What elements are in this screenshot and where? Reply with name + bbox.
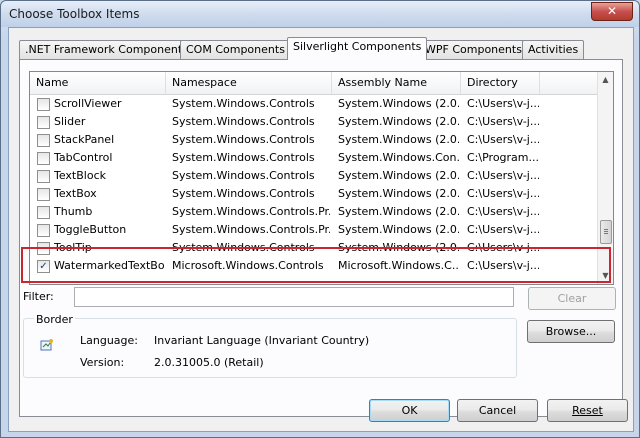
reset-button[interactable]: Reset (547, 399, 628, 422)
cell-name: TabControl (54, 151, 113, 164)
cell-directory: C:\Users\v-j... (467, 115, 539, 128)
filter-label: Filter: (23, 290, 54, 303)
language-value: Invariant Language (Invariant Country) (154, 334, 370, 347)
cell-assembly: System.Windows (2.0.... (338, 115, 459, 128)
scroll-grip-line (604, 233, 608, 234)
cell-namespace: System.Windows.Controls (172, 241, 315, 254)
cell-name: StackPanel (54, 133, 115, 146)
table-row[interactable]: Thumb System.Windows.Controls.Pr... System… (30, 203, 597, 221)
cell-name: WatermarkedTextBox (54, 259, 164, 272)
scroll-grip-line (604, 231, 608, 232)
cell-name: Slider (54, 115, 86, 128)
tab-net-framework-components[interactable]: .NET Framework Components (19, 40, 194, 59)
version-label: Version: (80, 356, 125, 369)
row-checkbox[interactable] (37, 116, 50, 129)
column-header-name[interactable]: Name (30, 72, 166, 94)
group-title: Border (34, 313, 75, 326)
version-value: 2.0.31005.0 (Retail) (154, 356, 264, 369)
scroll-grip-line (604, 229, 608, 230)
cell-namespace: System.Windows.Controls (172, 169, 315, 182)
filter-input[interactable] (74, 287, 514, 307)
cell-assembly: System.Windows (2.0.... (338, 241, 459, 254)
clear-button[interactable]: Clear (528, 287, 616, 310)
cell-directory: C:\Program... (467, 151, 539, 164)
table-row[interactable]: ✓ WatermarkedTextBox Microsoft.Windows.Con… (30, 257, 597, 275)
row-checkbox[interactable] (37, 134, 50, 147)
cell-namespace: System.Windows.Controls (172, 151, 315, 164)
cell-namespace: Microsoft.Windows.Controls (172, 259, 324, 272)
row-checkbox[interactable] (37, 206, 50, 219)
cell-name: TextBlock (54, 169, 106, 182)
cell-namespace: System.Windows.Controls (172, 187, 315, 200)
row-checkbox[interactable] (37, 242, 50, 255)
tab-silverlight-components[interactable]: Silverlight Components (287, 37, 428, 60)
scroll-up-arrow-icon[interactable]: ▲ (600, 74, 611, 86)
scroll-down-arrow-icon[interactable]: ▼ (600, 270, 611, 282)
tab-wpf-components[interactable]: WPF Components (419, 40, 528, 59)
vertical-scrollbar[interactable]: ▲ ▼ (597, 72, 613, 284)
table-row[interactable]: Slider System.Windows.Controls System.Wind… (30, 113, 597, 131)
row-checkbox[interactable] (37, 170, 50, 183)
table-row[interactable]: ToggleButton System.Windows.Controls.Pr..… (30, 221, 597, 239)
list-header: Name Namespace Assembly Name Directory (30, 72, 597, 95)
cell-namespace: System.Windows.Controls (172, 97, 315, 110)
column-header-namespace[interactable]: Namespace (166, 72, 332, 94)
cell-directory: C:\Users\v-j... (467, 241, 539, 254)
tab-activities[interactable]: Activities (522, 40, 585, 59)
cell-directory: C:\Users\v-j... (467, 205, 539, 218)
component-details-group (23, 318, 517, 378)
cell-assembly: System.Windows (2.0.... (338, 169, 459, 182)
cell-assembly: Microsoft.Windows.C... (338, 259, 459, 272)
components-list[interactable]: Name Namespace Assembly Name Directory S… (29, 71, 614, 285)
browse-button[interactable]: Browse... (527, 320, 615, 343)
cell-directory: C:\Users\v-j... (467, 97, 539, 110)
cell-name: ToggleButton (54, 223, 127, 236)
cell-assembly: System.Windows.Con... (338, 151, 459, 164)
cell-directory: C:\Users\v-j... (467, 169, 539, 182)
table-row[interactable]: ToolTip System.Windows.Controls System.Win… (30, 239, 597, 257)
cell-namespace: System.Windows.Controls (172, 133, 315, 146)
cancel-button[interactable]: Cancel (457, 399, 538, 422)
cell-assembly: System.Windows (2.0.... (338, 205, 459, 218)
cell-assembly: System.Windows (2.0.... (338, 187, 459, 200)
cell-name: Thumb (54, 205, 93, 218)
language-label: Language: (80, 334, 138, 347)
table-row[interactable]: TextBlock System.Windows.Controls System.W… (30, 167, 597, 185)
title-bar: Choose Toolbox Items ✕ (1, 1, 639, 27)
column-header-assembly-name[interactable]: Assembly Name (332, 72, 461, 94)
table-row[interactable]: ScrollViewer System.Windows.Controls Syste… (30, 95, 597, 113)
tab-com-components[interactable]: COM Components (180, 40, 291, 59)
cell-directory: C:\Users\v-j... (467, 187, 539, 200)
cell-assembly: System.Windows (2.0.... (338, 223, 459, 236)
row-checkbox[interactable] (37, 98, 50, 111)
cell-directory: C:\Users\v-j... (467, 223, 539, 236)
window-title: Choose Toolbox Items (9, 7, 140, 21)
scroll-thumb[interactable] (600, 220, 612, 244)
choose-toolbox-items-dialog: Choose Toolbox Items ✕ .NET Framework Co… (0, 0, 640, 438)
cell-namespace: System.Windows.Controls (172, 115, 315, 128)
column-header-directory[interactable]: Directory (461, 72, 540, 94)
row-checkbox[interactable] (37, 188, 50, 201)
cell-assembly: System.Windows (2.0.... (338, 133, 459, 146)
row-checkbox[interactable] (37, 224, 50, 237)
cell-name: ScrollViewer (54, 97, 122, 110)
row-checkbox[interactable] (37, 152, 50, 165)
component-icon (40, 339, 53, 351)
cell-name: ToolTip (54, 241, 92, 254)
row-checkbox[interactable]: ✓ (37, 260, 50, 273)
close-button[interactable]: ✕ (591, 2, 633, 21)
cell-directory: C:\Users\v-j... (467, 133, 539, 146)
cell-namespace: System.Windows.Controls.Pr... (172, 205, 330, 218)
ok-button[interactable]: OK (369, 399, 450, 422)
table-row[interactable]: TabControl System.Windows.Controls System.… (30, 149, 597, 167)
table-row[interactable]: TextBox System.Windows.Controls System.Win… (30, 185, 597, 203)
cell-name: TextBox (54, 187, 97, 200)
cell-assembly: System.Windows (2.0.... (338, 97, 459, 110)
cell-directory: C:\Users\v-j... (467, 259, 539, 272)
cell-namespace: System.Windows.Controls.Pr... (172, 223, 330, 236)
table-row[interactable]: StackPanel System.Windows.Controls System.… (30, 131, 597, 149)
